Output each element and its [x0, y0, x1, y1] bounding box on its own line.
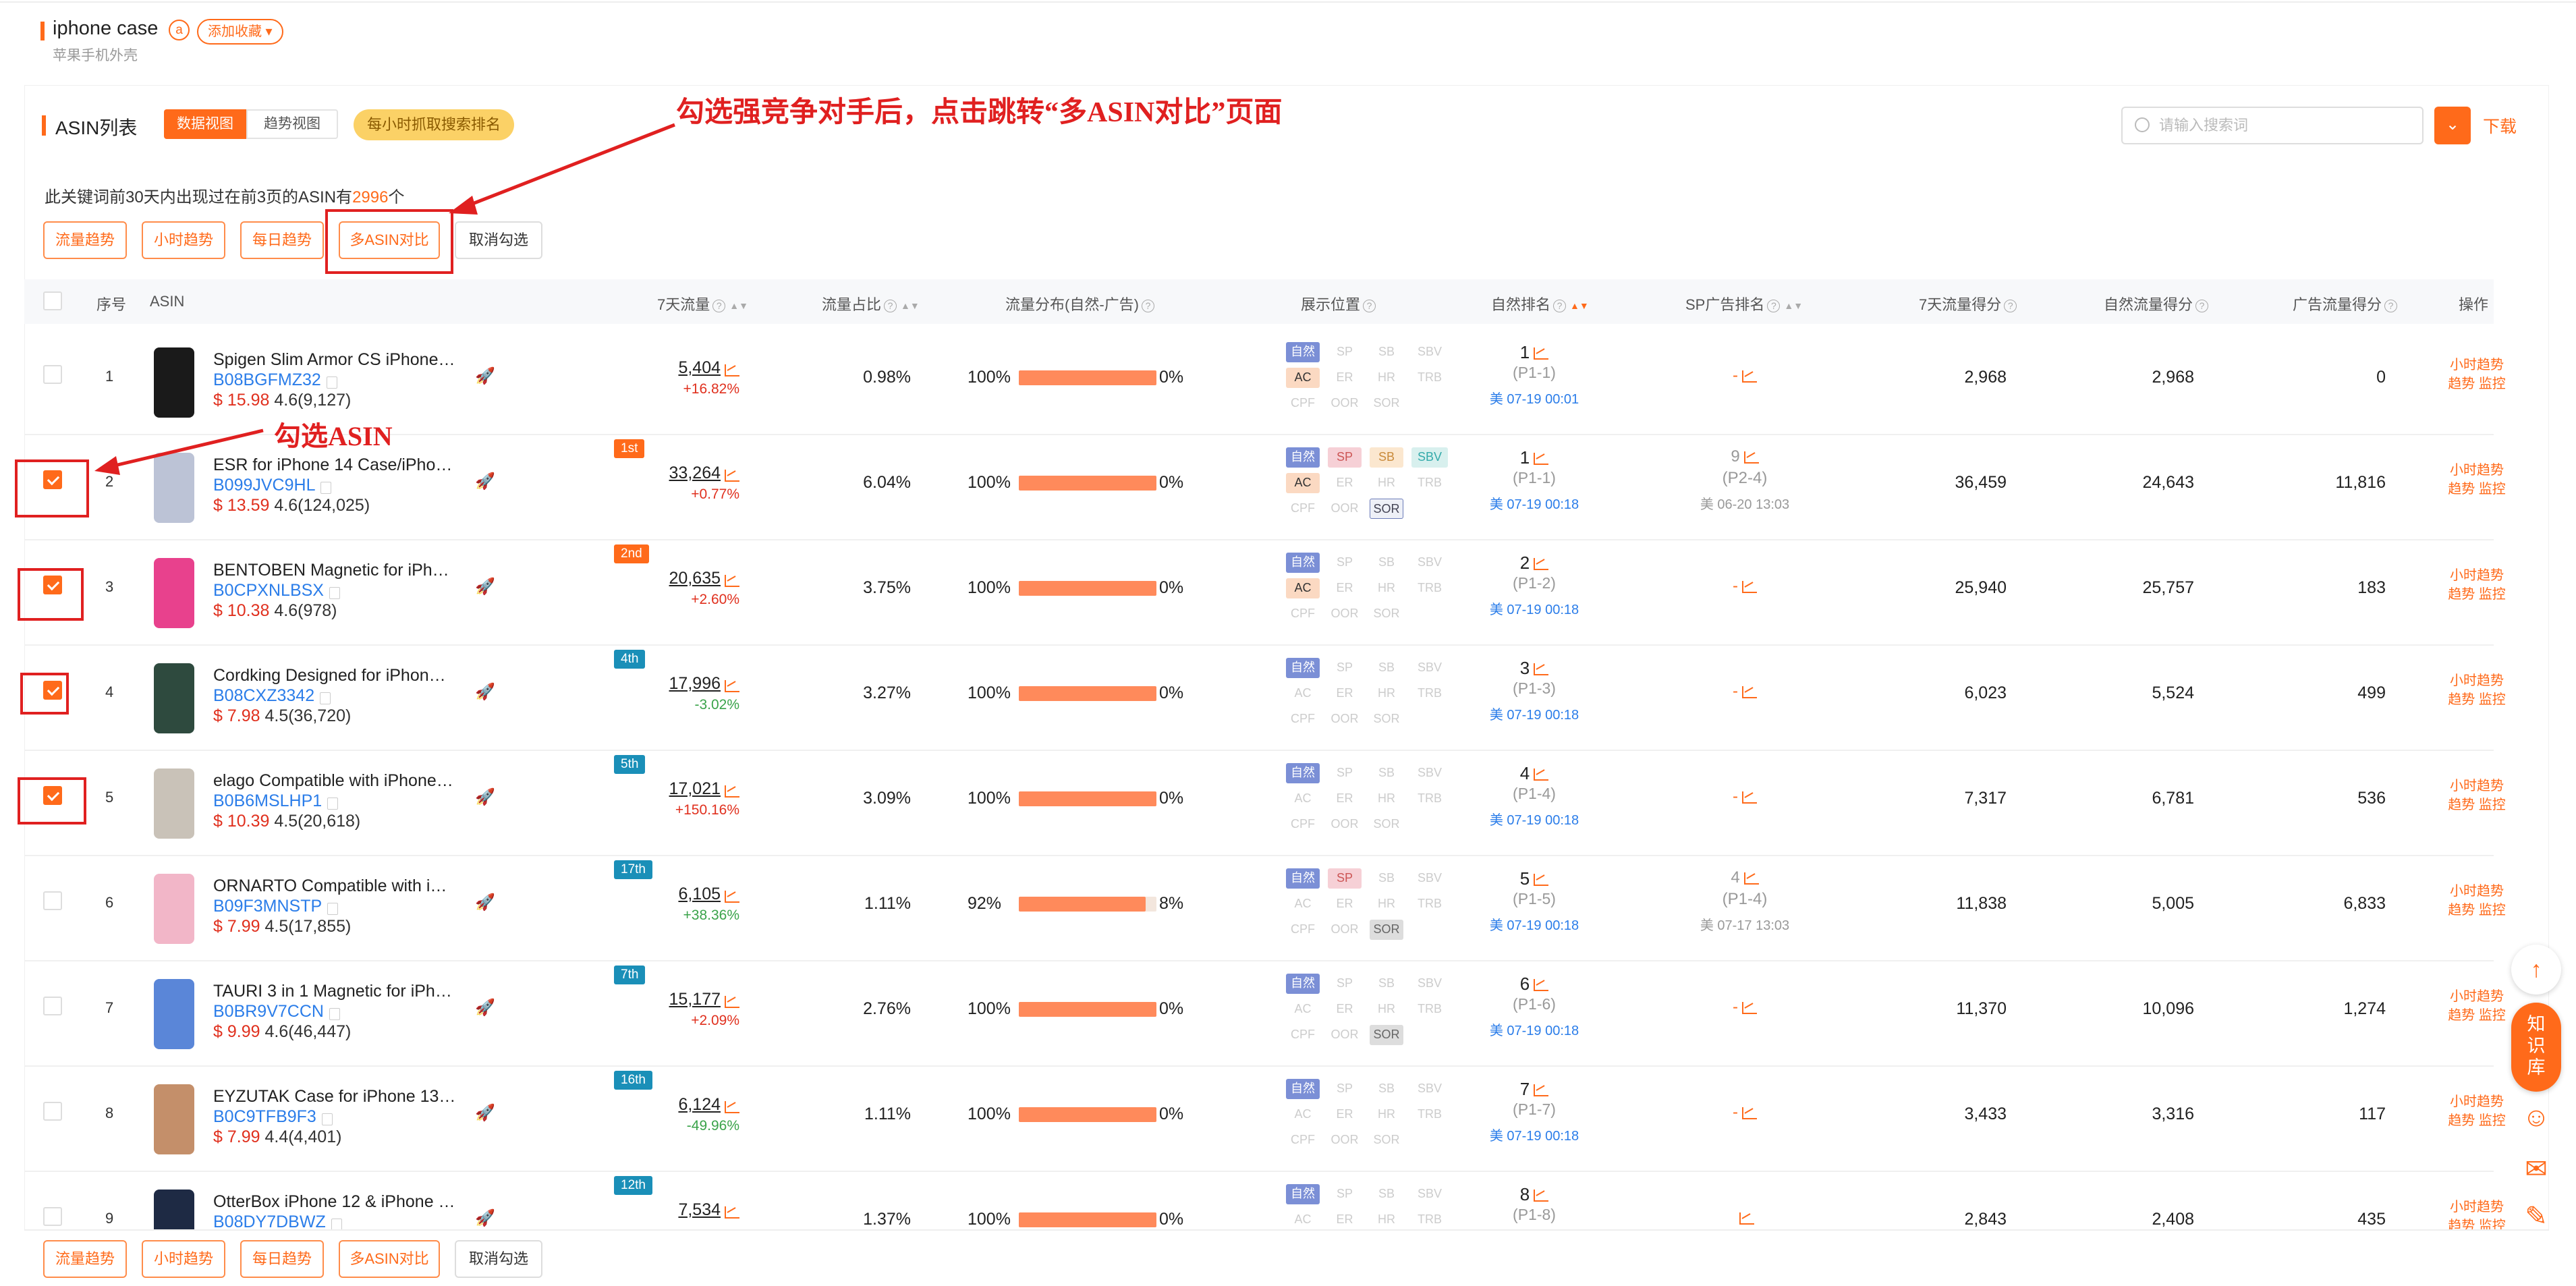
footer-daily-trend-button[interactable]: 每日趋势: [240, 1240, 324, 1278]
arrowhead-top: [449, 196, 478, 215]
feedback-icon[interactable]: ✎: [2511, 1201, 2561, 1232]
annotation-left: 勾选ASIN: [274, 421, 393, 451]
arrowhead-left: [94, 456, 120, 475]
footer-multi-asin-button[interactable]: 多ASIN对比: [339, 1240, 440, 1278]
annotation-top: 勾选强竞争对手后，点击跳转“多ASIN对比”页面: [676, 97, 1283, 128]
knowledge-base-button[interactable]: 知识库: [2511, 1003, 2561, 1092]
annotation-arrows: [94, 123, 675, 475]
scroll-top-icon[interactable]: ↑: [2511, 945, 2561, 995]
chat-icon[interactable]: ✉: [2511, 1154, 2561, 1185]
arrow-line-top: [465, 123, 675, 208]
support-agent-icon[interactable]: ☺: [2511, 1102, 2561, 1133]
footer-cancel-button[interactable]: 取消勾选: [455, 1240, 542, 1278]
footer-hourly-trend-button[interactable]: 小时趋势: [142, 1240, 225, 1278]
arrow-line-left: [114, 428, 264, 468]
footer-traffic-trend-button[interactable]: 流量趋势: [43, 1240, 127, 1278]
